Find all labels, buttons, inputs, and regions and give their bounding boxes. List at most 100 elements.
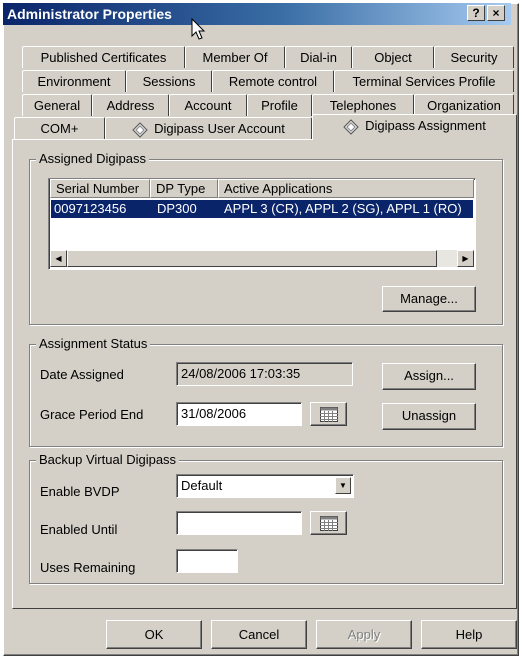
tab-label: Profile [261, 98, 298, 113]
button-label: Apply [347, 627, 381, 642]
tab-label: Address [106, 98, 155, 113]
tab-label: COM+ [40, 121, 79, 136]
scroll-left-button[interactable]: ◀ [50, 250, 67, 267]
mouse-cursor-icon [191, 18, 206, 40]
button-label: Assign... [404, 368, 454, 383]
tab-dial-in[interactable]: Dial-in [285, 46, 352, 68]
group-title: Backup Virtual Digipass [36, 452, 180, 468]
tab-digipass-user-account[interactable]: Digipass User Account [105, 117, 312, 139]
close-icon: × [492, 6, 500, 20]
tab-sessions[interactable]: Sessions [126, 70, 212, 92]
column-header-dp-type[interactable]: DP Type [150, 179, 218, 198]
tab-label: Digipass User Account [154, 121, 285, 136]
grace-period-end-value: 31/08/2006 [181, 406, 247, 421]
group-title: Assigned Digipass [36, 151, 149, 167]
tab-object[interactable]: Object [352, 46, 434, 68]
digipass-icon [343, 118, 359, 135]
calendar-icon [319, 516, 338, 531]
enabled-until-field[interactable] [176, 511, 302, 535]
button-label: Cancel [238, 627, 280, 642]
tab-security[interactable]: Security [434, 46, 514, 68]
tab-label: Dial-in [300, 50, 337, 65]
tab-terminal-services-profile[interactable]: Terminal Services Profile [334, 70, 514, 92]
tab-label: Organization [427, 98, 501, 113]
tab-com-plus[interactable]: COM+ [14, 117, 105, 139]
column-header-active-applications[interactable]: Active Applications [218, 179, 474, 198]
serial-number-cell: 0097123456 [54, 201, 127, 216]
enabled-until-calendar-button[interactable] [310, 511, 347, 535]
tab-address[interactable]: Address [92, 94, 169, 116]
ok-button[interactable]: OK [106, 620, 202, 649]
digipass-icon [132, 121, 148, 138]
group-title: Assignment Status [36, 336, 151, 352]
grace-period-end-label: Grace Period End [40, 407, 144, 422]
tab-label: Object [374, 50, 412, 65]
close-button[interactable]: × [487, 5, 505, 21]
tab-label: Sessions [142, 74, 196, 89]
tab-label: Security [450, 50, 498, 65]
tab-digipass-assignment[interactable]: Digipass Assignment [312, 114, 517, 140]
window-title: Administrator Properties [7, 6, 172, 22]
uses-remaining-field[interactable] [176, 549, 238, 573]
tab-label: Terminal Services Profile [352, 74, 496, 89]
dp-type-cell: DP300 [157, 201, 197, 216]
assignment-status-group: Assignment Status Date Assigned 24/08/20… [29, 336, 503, 447]
assign-button[interactable]: Assign... [382, 363, 476, 390]
date-assigned-value: 24/08/2006 17:03:35 [181, 366, 301, 381]
enable-bvdp-value: Default [181, 478, 223, 493]
backup-virtual-digipass-group: Backup Virtual Digipass Enable BVDP Defa… [29, 452, 503, 584]
button-label: OK [144, 627, 164, 642]
tab-published-certificates[interactable]: Published Certificates [22, 46, 185, 68]
tab-member-of[interactable]: Member Of [185, 46, 285, 68]
tab-telephones[interactable]: Telephones [312, 94, 414, 116]
tab-label: Published Certificates [40, 50, 167, 65]
date-assigned-label: Date Assigned [40, 367, 124, 382]
tab-remote-control[interactable]: Remote control [212, 70, 334, 92]
enable-bvdp-dropdown[interactable]: Default ▼ [176, 474, 354, 498]
date-assigned-field: 24/08/2006 17:03:35 [176, 362, 353, 386]
column-label: Active Applications [224, 181, 333, 196]
tab-label: Digipass Assignment [365, 118, 486, 133]
tab-environment[interactable]: Environment [22, 70, 126, 92]
enabled-until-label: Enabled Until [40, 522, 118, 537]
button-label: Unassign [401, 408, 457, 423]
tab-organization[interactable]: Organization [414, 94, 514, 116]
table-row[interactable]: 0097123456 DP300 APPL 3 (CR), APPL 2 (SG… [51, 200, 473, 218]
assigned-digipass-group: Assigned Digipass Serial Number DP Type … [29, 151, 503, 325]
title-bar[interactable]: Administrator Properties ? × [3, 3, 511, 25]
tab-label: Remote control [228, 74, 318, 89]
enable-bvdp-label: Enable BVDP [40, 484, 120, 499]
grace-period-end-field[interactable]: 31/08/2006 [176, 402, 302, 426]
calendar-icon [319, 407, 338, 422]
chevron-down-icon: ▼ [339, 481, 347, 490]
help-title-button[interactable]: ? [467, 5, 485, 21]
scroll-right-button[interactable]: ▶ [457, 250, 474, 267]
manage-button[interactable]: Manage... [382, 286, 476, 312]
column-label: Serial Number [56, 181, 140, 196]
grace-period-calendar-button[interactable] [310, 402, 347, 426]
scrollbar-thumb[interactable] [67, 250, 437, 267]
tab-label: Telephones [329, 98, 397, 113]
dropdown-arrow[interactable]: ▼ [335, 477, 351, 494]
button-label: Help [455, 627, 483, 642]
apply-button[interactable]: Apply [316, 620, 412, 649]
column-header-serial-number[interactable]: Serial Number [50, 179, 150, 198]
column-label: DP Type [156, 181, 206, 196]
help-button[interactable]: Help [421, 620, 517, 649]
tab-label: Environment [37, 74, 111, 89]
digipass-list-view[interactable]: Serial Number DP Type Active Application… [48, 178, 476, 270]
scroll-left-icon: ◀ [55, 254, 62, 263]
question-mark-icon: ? [472, 6, 480, 20]
button-label: Manage... [400, 291, 458, 306]
uses-remaining-label: Uses Remaining [40, 560, 136, 575]
tab-account[interactable]: Account [169, 94, 247, 116]
tab-profile[interactable]: Profile [247, 94, 312, 116]
tab-general[interactable]: General [22, 94, 92, 116]
tab-label: Member Of [202, 50, 268, 65]
tab-label: Account [184, 98, 232, 113]
scroll-right-icon: ▶ [462, 254, 469, 263]
cancel-button[interactable]: Cancel [211, 620, 307, 649]
active-applications-cell: APPL 3 (CR), APPL 2 (SG), APPL 1 (RO) [224, 201, 462, 216]
unassign-button[interactable]: Unassign [382, 403, 476, 430]
tab-label: General [33, 98, 81, 113]
